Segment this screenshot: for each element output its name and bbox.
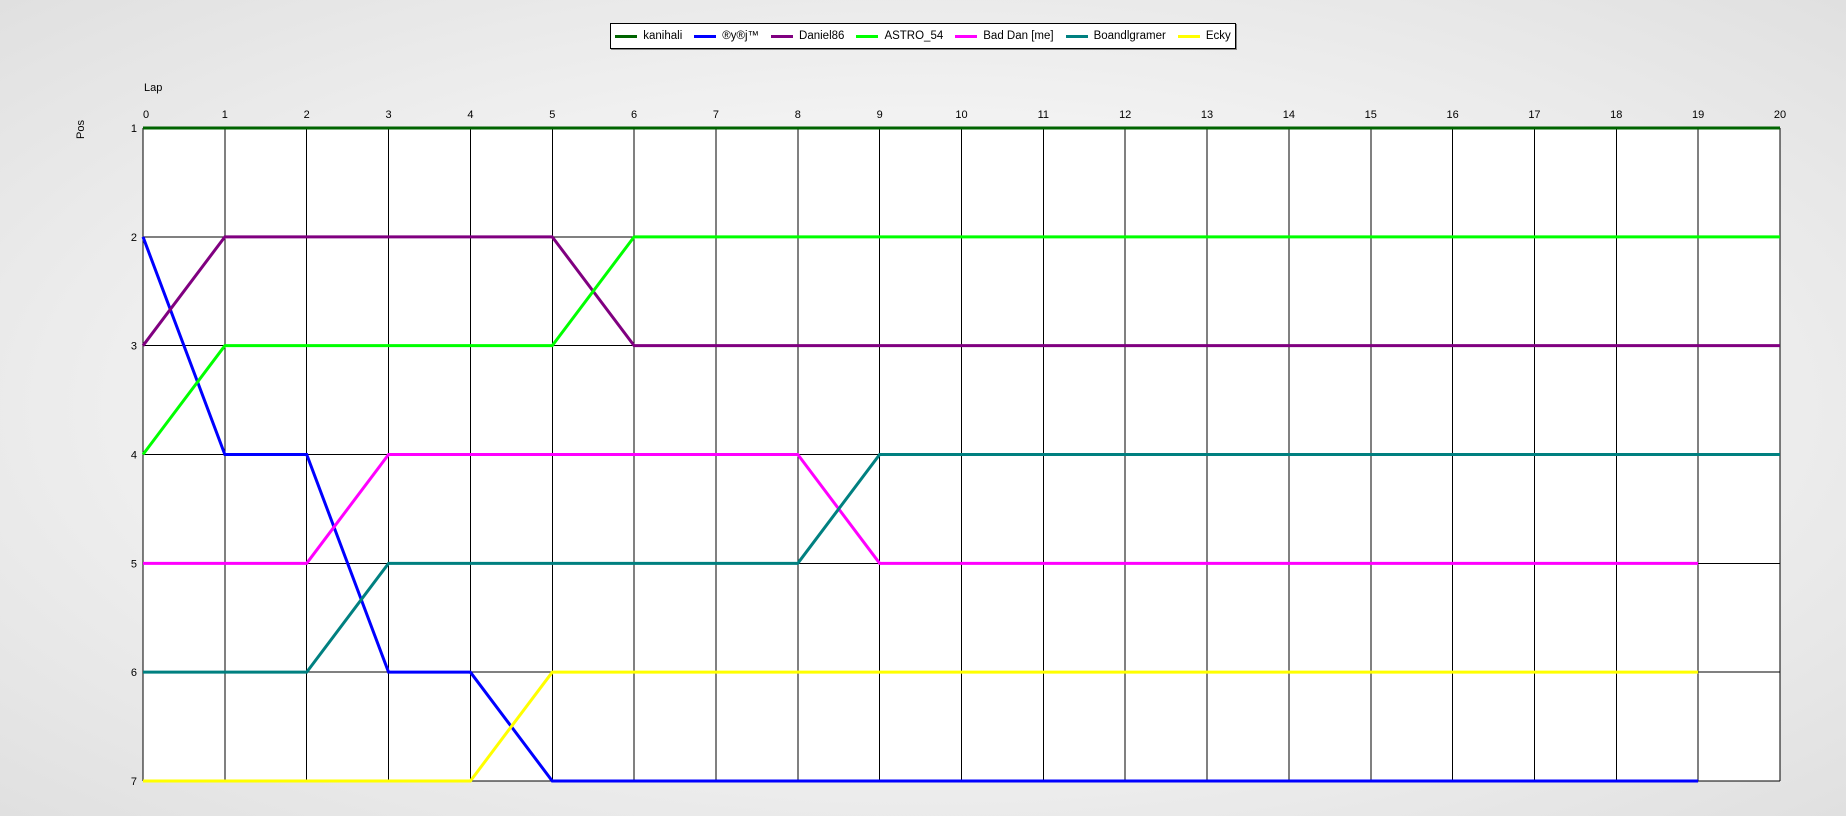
x-tick-label: 7 — [713, 109, 719, 121]
y-tick-label: 3 — [131, 341, 137, 353]
x-tick-label: 20 — [1774, 109, 1786, 121]
legend-label: ASTRO_54 — [884, 30, 944, 42]
chart-area: 0 1 2 3 4 5 6 7 8 9 10 11 12 13 14 15 16 17 18 19 20 1 2 3 4 5 6 7 … — [0, 0, 1846, 816]
x-tick-label: 9 — [877, 109, 883, 121]
x-tick-label: 5 — [549, 109, 555, 121]
x-tick-label: 12 — [1119, 109, 1131, 121]
legend-item: Bad Dan [me] — [955, 30, 1054, 42]
legend-label: Ecky — [1205, 30, 1231, 42]
y-tick-label: 5 — [131, 558, 137, 570]
x-tick-label: 4 — [467, 109, 473, 121]
legend: kanihali ®y®j™ Daniel86 ASTRO_54 Bad Dan [me… — [610, 23, 1236, 49]
legend-item: ASTRO_54 — [856, 30, 943, 42]
legend-swatch — [771, 34, 794, 38]
x-tick-label: 3 — [385, 109, 391, 121]
legend-label: Boandlgramer — [1093, 30, 1166, 42]
x-tick-label: 11 — [1038, 109, 1049, 121]
x-tick-label: 6 — [631, 109, 637, 121]
legend-swatch — [1065, 34, 1088, 38]
legend-item: Ecky — [1177, 30, 1231, 42]
legend-label: kanihali — [643, 30, 683, 42]
y-tick-label: 1 — [131, 123, 137, 135]
x-axis-label: Lap — [144, 82, 162, 94]
y-axis-label: Pos — [75, 120, 87, 139]
legend-swatch — [856, 34, 879, 38]
x-tick-label: 17 — [1528, 109, 1540, 121]
y-tick-label: 2 — [131, 232, 137, 244]
y-tick-label: 4 — [131, 450, 137, 462]
legend-swatch — [1177, 34, 1200, 38]
x-tick-label: 15 — [1365, 109, 1377, 121]
legend-label: Bad Dan [me] — [983, 30, 1054, 42]
x-tick-label: 13 — [1201, 109, 1213, 121]
x-tick-label: 18 — [1610, 109, 1622, 121]
legend-item: kanihali — [615, 30, 682, 42]
x-tick-label: 0 — [143, 109, 149, 121]
legend-label: Daniel86 — [799, 30, 845, 42]
legend-swatch — [694, 34, 717, 38]
x-tick-label: 8 — [795, 109, 801, 121]
legend-swatch — [955, 34, 978, 38]
y-tick-label: 7 — [131, 776, 137, 788]
legend-swatch — [615, 34, 638, 38]
x-tick-label: 2 — [304, 109, 310, 121]
legend-item: Boandlgramer — [1065, 30, 1166, 42]
y-tick-label: 6 — [131, 667, 137, 679]
legend-label: ®y®j™ — [722, 30, 760, 42]
x-tick-label: 14 — [1283, 109, 1295, 121]
position-chart: 0 1 2 3 4 5 6 7 8 9 10 11 12 13 14 15 16 17 18 19 201234567 … — [75, 82, 1786, 788]
x-tick-label: 19 — [1692, 109, 1704, 121]
x-tick-label: 16 — [1446, 109, 1458, 121]
legend-item: ®y®j™ — [694, 30, 759, 42]
legend-item: Daniel86 — [771, 30, 844, 42]
x-tick-label: 10 — [955, 109, 967, 121]
x-tick-label: 1 — [222, 109, 228, 121]
